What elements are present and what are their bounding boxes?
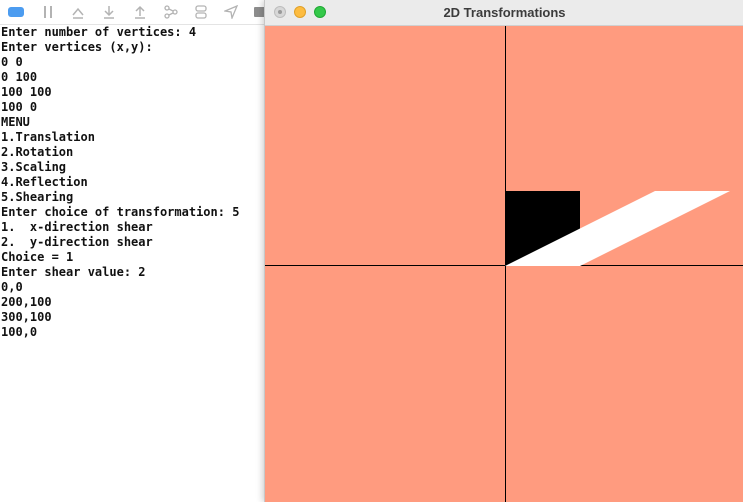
xcode-toolbar — [0, 0, 270, 25]
console-line: 5.Shearing — [1, 190, 74, 204]
console-line: Enter vertices (x,y): — [1, 40, 153, 54]
console-line: MENU — [1, 115, 30, 129]
console-line: Enter shear value: 2 — [1, 265, 146, 279]
console-line: Enter number of vertices: 4 — [1, 25, 197, 39]
location-arrow-icon[interactable] — [223, 4, 239, 20]
console-line: 0 100 — [1, 70, 38, 84]
console-line: 0,0 — [1, 280, 23, 294]
console-line: 100 0 — [1, 100, 38, 114]
console-line: 4.Reflection — [1, 175, 88, 189]
window-titlebar[interactable]: 2D Transformations — [265, 0, 743, 26]
connector-icon[interactable] — [163, 4, 179, 20]
console-line: 100 100 — [1, 85, 52, 99]
scheme-toggle-icon[interactable] — [8, 4, 24, 20]
console-line: Choice = 1 — [1, 250, 74, 264]
console-line: 300,100 — [1, 310, 52, 324]
console-line: 100,0 — [1, 325, 38, 339]
console-line: 3.Scaling — [1, 160, 67, 174]
drawing-canvas — [265, 26, 743, 502]
canvas-background — [265, 26, 743, 502]
step-into-icon[interactable] — [101, 4, 117, 20]
transformations-window: 2D Transformations — [264, 0, 743, 502]
pause-icon[interactable] — [40, 4, 56, 20]
console-output[interactable]: Enter number of vertices: 4 Enter vertice… — [1, 25, 263, 502]
console-line: Enter choice of transformation: 5 — [1, 205, 240, 219]
window-title: 2D Transformations — [443, 5, 566, 20]
step-over-icon[interactable] — [70, 4, 86, 20]
console-line: 2.Rotation — [1, 145, 74, 159]
console-line: 2. y-direction shear — [1, 235, 153, 249]
step-out-icon[interactable] — [132, 4, 148, 20]
console-line: 1.Translation — [1, 130, 95, 144]
console-line: 0 0 — [1, 55, 23, 69]
view-hierarchy-icon[interactable] — [193, 4, 209, 20]
console-line: 200,100 — [1, 295, 52, 309]
console-line: 1. x-direction shear — [1, 220, 153, 234]
